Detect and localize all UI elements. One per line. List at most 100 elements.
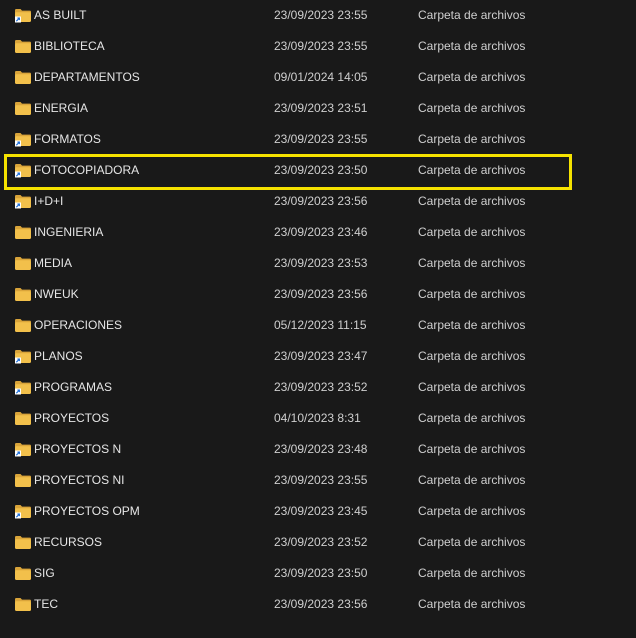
shortcut-arrow-icon — [15, 16, 21, 23]
file-date-modified: 23/09/2023 23:55 — [274, 473, 368, 487]
file-row-ingenieria[interactable]: INGENIERIA 23/09/2023 23:46 Carpeta de a… — [0, 217, 636, 248]
file-date-modified: 09/01/2024 14:05 — [274, 70, 368, 84]
file-name: DEPARTAMENTOS — [34, 70, 140, 84]
shortcut-arrow-icon — [15, 512, 21, 519]
file-row-programas[interactable]: PROGRAMAS 23/09/2023 23:52 Carpeta de ar… — [0, 372, 636, 403]
folder-icon — [15, 536, 31, 549]
file-name: PLANOS — [34, 349, 83, 363]
folder-icon — [15, 319, 31, 332]
file-list: AS BUILT 23/09/2023 23:55 Carpeta de arc… — [0, 0, 636, 638]
file-row-proyectos[interactable]: PROYECTOS 04/10/2023 8:31 Carpeta de arc… — [0, 403, 636, 434]
folder-icon — [15, 288, 31, 301]
folder-icon — [15, 40, 31, 53]
file-date-modified: 23/09/2023 23:51 — [274, 101, 368, 115]
file-row-planos[interactable]: PLANOS 23/09/2023 23:47 Carpeta de archi… — [0, 341, 636, 372]
folder-icon — [15, 598, 31, 611]
folder-icon — [15, 71, 31, 84]
folder-icon — [15, 474, 31, 487]
file-type: Carpeta de archivos — [418, 225, 526, 239]
file-type: Carpeta de archivos — [418, 380, 526, 394]
file-row-media[interactable]: MEDIA 23/09/2023 23:53 Carpeta de archiv… — [0, 248, 636, 279]
file-name: PROGRAMAS — [34, 380, 113, 394]
file-name: ENERGIA — [34, 101, 89, 115]
file-name: PROYECTOS — [34, 411, 110, 425]
file-date-modified: 23/09/2023 23:56 — [274, 287, 368, 301]
file-date-modified: 23/09/2023 23:56 — [274, 194, 368, 208]
file-type: Carpeta de archivos — [418, 256, 526, 270]
file-row-fotocopiadora[interactable]: FOTOCOPIADORA 23/09/2023 23:50 Carpeta d… — [0, 155, 636, 186]
file-type: Carpeta de archivos — [418, 566, 526, 580]
file-type: Carpeta de archivos — [418, 101, 526, 115]
folder-icon — [15, 102, 31, 115]
file-date-modified: 23/09/2023 23:52 — [274, 380, 368, 394]
file-type: Carpeta de archivos — [418, 287, 526, 301]
file-type: Carpeta de archivos — [418, 473, 526, 487]
file-type: Carpeta de archivos — [418, 597, 526, 611]
file-name: BIBLIOTECA — [34, 39, 105, 53]
shortcut-arrow-icon — [15, 357, 21, 364]
shortcut-arrow-icon — [15, 140, 21, 147]
file-name: FOTOCOPIADORA — [34, 163, 140, 177]
file-row-as-built[interactable]: AS BUILT 23/09/2023 23:55 Carpeta de arc… — [0, 0, 636, 31]
file-type: Carpeta de archivos — [418, 70, 526, 84]
file-row-biblioteca[interactable]: BIBLIOTECA 23/09/2023 23:55 Carpeta de a… — [0, 31, 636, 62]
file-name: PROYECTOS N — [34, 442, 122, 456]
file-type: Carpeta de archivos — [418, 504, 526, 518]
file-date-modified: 23/09/2023 23:55 — [274, 39, 368, 53]
file-name: NWEUK — [34, 287, 79, 301]
file-date-modified: 23/09/2023 23:55 — [274, 132, 368, 146]
shortcut-arrow-icon — [15, 388, 21, 395]
file-date-modified: 23/09/2023 23:50 — [274, 163, 368, 177]
file-row-recursos[interactable]: RECURSOS 23/09/2023 23:52 Carpeta de arc… — [0, 527, 636, 558]
file-row-nweuk[interactable]: NWEUK 23/09/2023 23:56 Carpeta de archiv… — [0, 279, 636, 310]
file-date-modified: 23/09/2023 23:52 — [274, 535, 368, 549]
file-row-energia[interactable]: ENERGIA 23/09/2023 23:51 Carpeta de arch… — [0, 93, 636, 124]
file-row-i-d-i[interactable]: I+D+I 23/09/2023 23:56 Carpeta de archiv… — [0, 186, 636, 217]
file-type: Carpeta de archivos — [418, 194, 526, 208]
folder-icon — [15, 412, 31, 425]
file-row-departamentos[interactable]: DEPARTAMENTOS 09/01/2024 14:05 Carpeta d… — [0, 62, 636, 93]
folder-icon — [15, 505, 31, 519]
file-date-modified: 23/09/2023 23:56 — [274, 597, 368, 611]
shortcut-arrow-icon — [15, 450, 21, 457]
file-row-proyectos-n[interactable]: PROYECTOS N 23/09/2023 23:48 Carpeta de … — [0, 434, 636, 465]
file-row-proyectos-opm[interactable]: PROYECTOS OPM 23/09/2023 23:45 Carpeta d… — [0, 496, 636, 527]
file-date-modified: 05/12/2023 11:15 — [274, 318, 367, 332]
file-type: Carpeta de archivos — [418, 163, 526, 177]
file-row-formatos[interactable]: FORMATOS 23/09/2023 23:55 Carpeta de arc… — [0, 124, 636, 155]
folder-icon — [15, 567, 31, 580]
folder-icon — [15, 133, 31, 147]
file-name: MEDIA — [34, 256, 73, 270]
file-date-modified: 04/10/2023 8:31 — [274, 411, 361, 425]
file-type: Carpeta de archivos — [418, 411, 526, 425]
file-date-modified: 23/09/2023 23:45 — [274, 504, 368, 518]
file-date-modified: 23/09/2023 23:48 — [274, 442, 368, 456]
file-name: PROYECTOS OPM — [34, 504, 140, 518]
file-name: FORMATOS — [34, 132, 101, 146]
file-date-modified: 23/09/2023 23:50 — [274, 566, 368, 580]
file-name: OPERACIONES — [34, 318, 123, 332]
file-type: Carpeta de archivos — [418, 535, 526, 549]
shortcut-arrow-icon — [15, 202, 21, 209]
file-name: PROYECTOS NI — [34, 473, 125, 487]
file-date-modified: 23/09/2023 23:46 — [274, 225, 368, 239]
file-row-proyectos-ni[interactable]: PROYECTOS NI 23/09/2023 23:55 Carpeta de… — [0, 465, 636, 496]
file-row-sig[interactable]: SIG 23/09/2023 23:50 Carpeta de archivos — [0, 558, 636, 589]
file-date-modified: 23/09/2023 23:53 — [274, 256, 368, 270]
folder-icon — [15, 443, 31, 457]
shortcut-arrow-icon — [15, 171, 21, 178]
folder-icon — [15, 195, 31, 209]
file-name: TEC — [34, 597, 58, 611]
file-name: I+D+I — [34, 194, 64, 208]
folder-icon — [15, 9, 31, 23]
file-row-operaciones[interactable]: OPERACIONES 05/12/2023 11:15 Carpeta de … — [0, 310, 636, 341]
folder-icon — [15, 350, 31, 364]
folder-icon — [15, 226, 31, 239]
file-type: Carpeta de archivos — [418, 39, 526, 53]
file-type: Carpeta de archivos — [418, 8, 526, 22]
file-name: INGENIERIA — [34, 225, 104, 239]
file-date-modified: 23/09/2023 23:47 — [274, 349, 368, 363]
file-type: Carpeta de archivos — [418, 349, 526, 363]
file-row-tec[interactable]: TEC 23/09/2023 23:56 Carpeta de archivos — [0, 589, 636, 620]
file-name: RECURSOS — [34, 535, 103, 549]
